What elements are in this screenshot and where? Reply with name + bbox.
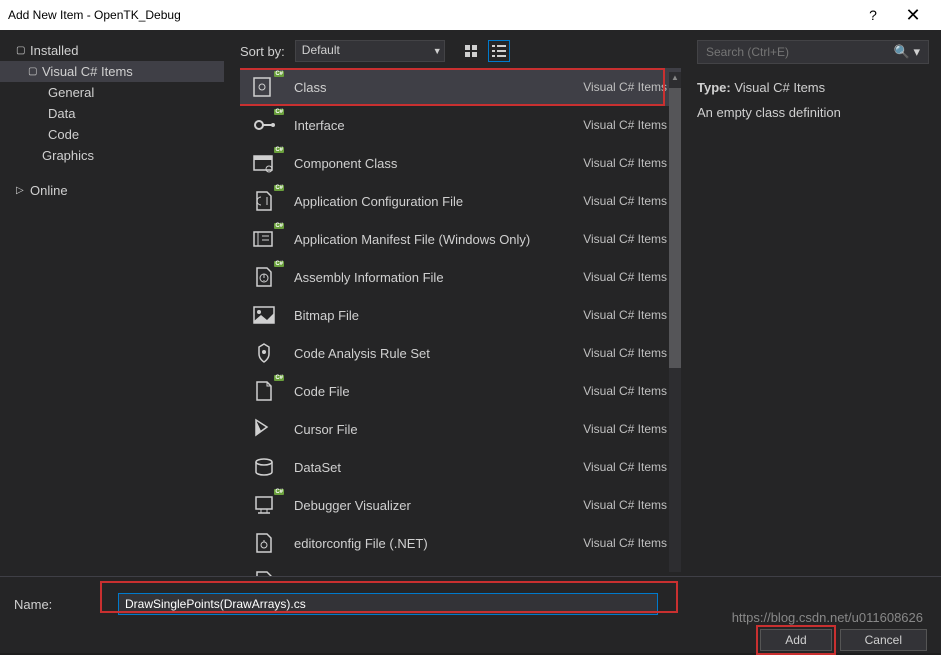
details-panel: 🔍 ▾ Type: Visual C# Items An empty class… <box>685 30 941 576</box>
template-category: Visual C# Items <box>583 460 667 474</box>
template-item[interactable]: editorconfig File (.NET) Visual C# Items <box>240 524 681 562</box>
template-icon: C# <box>248 225 280 253</box>
caret-down-icon: ▢ <box>28 66 40 77</box>
template-category: Visual C# Items <box>583 346 667 360</box>
template-item[interactable]: Cursor File Visual C# Items <box>240 410 681 448</box>
footer: Name: https://blog.csdn.net/u011608626 A… <box>0 576 941 653</box>
template-item[interactable]: DataSet Visual C# Items <box>240 448 681 486</box>
template-label: Cursor File <box>294 422 583 437</box>
scrollbar[interactable]: ▲ <box>669 72 681 572</box>
type-info: Type: Visual C# Items <box>697 80 929 95</box>
template-icon: C# <box>248 187 280 215</box>
template-category: Visual C# Items <box>583 118 667 132</box>
window-title: Add New Item - OpenTK_Debug <box>8 8 853 22</box>
template-item[interactable]: C# Application Manifest File (Windows On… <box>240 220 681 258</box>
watermark: https://blog.csdn.net/u011608626 <box>732 610 923 625</box>
scroll-up-icon[interactable]: ▲ <box>669 72 681 84</box>
template-icon: C# <box>248 73 280 101</box>
template-category: Visual C# Items <box>583 194 667 208</box>
sort-select[interactable]: Default <box>295 40 445 62</box>
template-label: DataSet <box>294 460 583 475</box>
template-icon <box>248 301 280 329</box>
template-icon: C# <box>248 263 280 291</box>
template-item[interactable]: C# Debugger Visualizer Visual C# Items <box>240 486 681 524</box>
button-row: Add Cancel <box>14 629 927 651</box>
template-list[interactable]: C# Class Visual C# Items C# Interface Vi… <box>240 68 681 576</box>
template-category: Visual C# Items <box>583 384 667 398</box>
template-item[interactable]: C# Interface Visual C# Items <box>240 106 681 144</box>
template-icon: C# <box>248 377 280 405</box>
template-icon <box>248 529 280 557</box>
scroll-thumb[interactable] <box>669 88 681 368</box>
template-label: editorconfig File (.NET) <box>294 536 583 551</box>
sidebar: ▢ Installed ▢ Visual C# Items General Da… <box>0 30 224 576</box>
template-item[interactable]: C# Code File Visual C# Items <box>240 372 681 410</box>
grid-view-button[interactable] <box>460 40 482 62</box>
template-icon <box>248 453 280 481</box>
sidebar-online[interactable]: ▷ Online <box>0 180 224 201</box>
template-item[interactable]: Code Analysis Rule Set Visual C# Items <box>240 334 681 372</box>
titlebar: Add New Item - OpenTK_Debug ? ✕ <box>0 0 941 30</box>
chevron-down-icon: ▼ <box>433 46 442 56</box>
template-category: Visual C# Items <box>583 422 667 436</box>
caret-right-icon: ▷ <box>16 185 28 196</box>
template-label: Assembly Information File <box>294 270 583 285</box>
template-label: Application Configuration File <box>294 194 583 209</box>
sort-label: Sort by: <box>240 44 285 59</box>
close-button[interactable]: ✕ <box>893 5 933 26</box>
sidebar-data[interactable]: Data <box>0 103 224 124</box>
template-label: Interface <box>294 118 583 133</box>
type-value: Visual C# Items <box>734 80 825 95</box>
template-item[interactable]: C# Assembly Information File Visual C# I… <box>240 258 681 296</box>
center-panel: Sort by: Default ▼ C# Class Visual C# It… <box>224 30 685 576</box>
template-label: Class <box>294 80 583 95</box>
template-category: Visual C# Items <box>583 156 667 170</box>
caret-down-icon: ▢ <box>16 45 28 56</box>
template-label: Bitmap File <box>294 308 583 323</box>
template-icon: C# <box>248 111 280 139</box>
template-icon <box>248 415 280 443</box>
grid-icon <box>465 45 477 57</box>
sidebar-csitems[interactable]: ▢ Visual C# Items <box>0 61 224 82</box>
template-label: Code File <box>294 384 583 399</box>
template-icon: C# <box>248 149 280 177</box>
cancel-button[interactable]: Cancel <box>840 629 927 651</box>
name-input[interactable] <box>118 593 658 615</box>
type-description: An empty class definition <box>697 105 929 120</box>
template-category: Visual C# Items <box>583 536 667 550</box>
help-button[interactable]: ? <box>853 7 893 23</box>
searchbox[interactable]: 🔍 ▾ <box>697 40 929 64</box>
template-icon: C# <box>248 491 280 519</box>
sidebar-code[interactable]: Code <box>0 124 224 145</box>
sort-bar: Sort by: Default ▼ <box>240 40 681 62</box>
sidebar-installed[interactable]: ▢ Installed <box>0 40 224 61</box>
template-label: Component Class <box>294 156 583 171</box>
list-icon <box>492 44 506 58</box>
type-label: Type: <box>697 80 731 95</box>
template-label: Code Analysis Rule Set <box>294 346 583 361</box>
template-label: Application Manifest File (Windows Only) <box>294 232 583 247</box>
template-label: Debugger Visualizer <box>294 498 583 513</box>
main-content: ▢ Installed ▢ Visual C# Items General Da… <box>0 30 941 576</box>
template-category: Visual C# Items <box>583 498 667 512</box>
template-category: Visual C# Items <box>583 232 667 246</box>
template-icon <box>248 339 280 367</box>
template-item[interactable]: C# Application Configuration File Visual… <box>240 182 681 220</box>
template-item[interactable]: C# Component Class Visual C# Items <box>240 144 681 182</box>
search-icon[interactable]: 🔍 ▾ <box>886 44 928 60</box>
name-label: Name: <box>14 597 118 612</box>
template-category: Visual C# Items <box>583 270 667 284</box>
add-button[interactable]: Add <box>760 629 831 651</box>
template-category: Visual C# Items <box>583 80 667 94</box>
sidebar-general[interactable]: General <box>0 82 224 103</box>
template-item[interactable]: editorconfig File (default) Visual C# It… <box>240 562 681 576</box>
sidebar-graphics[interactable]: Graphics <box>0 145 224 166</box>
template-category: Visual C# Items <box>583 308 667 322</box>
template-item[interactable]: C# Class Visual C# Items <box>240 68 681 106</box>
template-item[interactable]: Bitmap File Visual C# Items <box>240 296 681 334</box>
list-view-button[interactable] <box>488 40 510 62</box>
search-input[interactable] <box>698 43 886 61</box>
template-icon <box>248 567 280 576</box>
